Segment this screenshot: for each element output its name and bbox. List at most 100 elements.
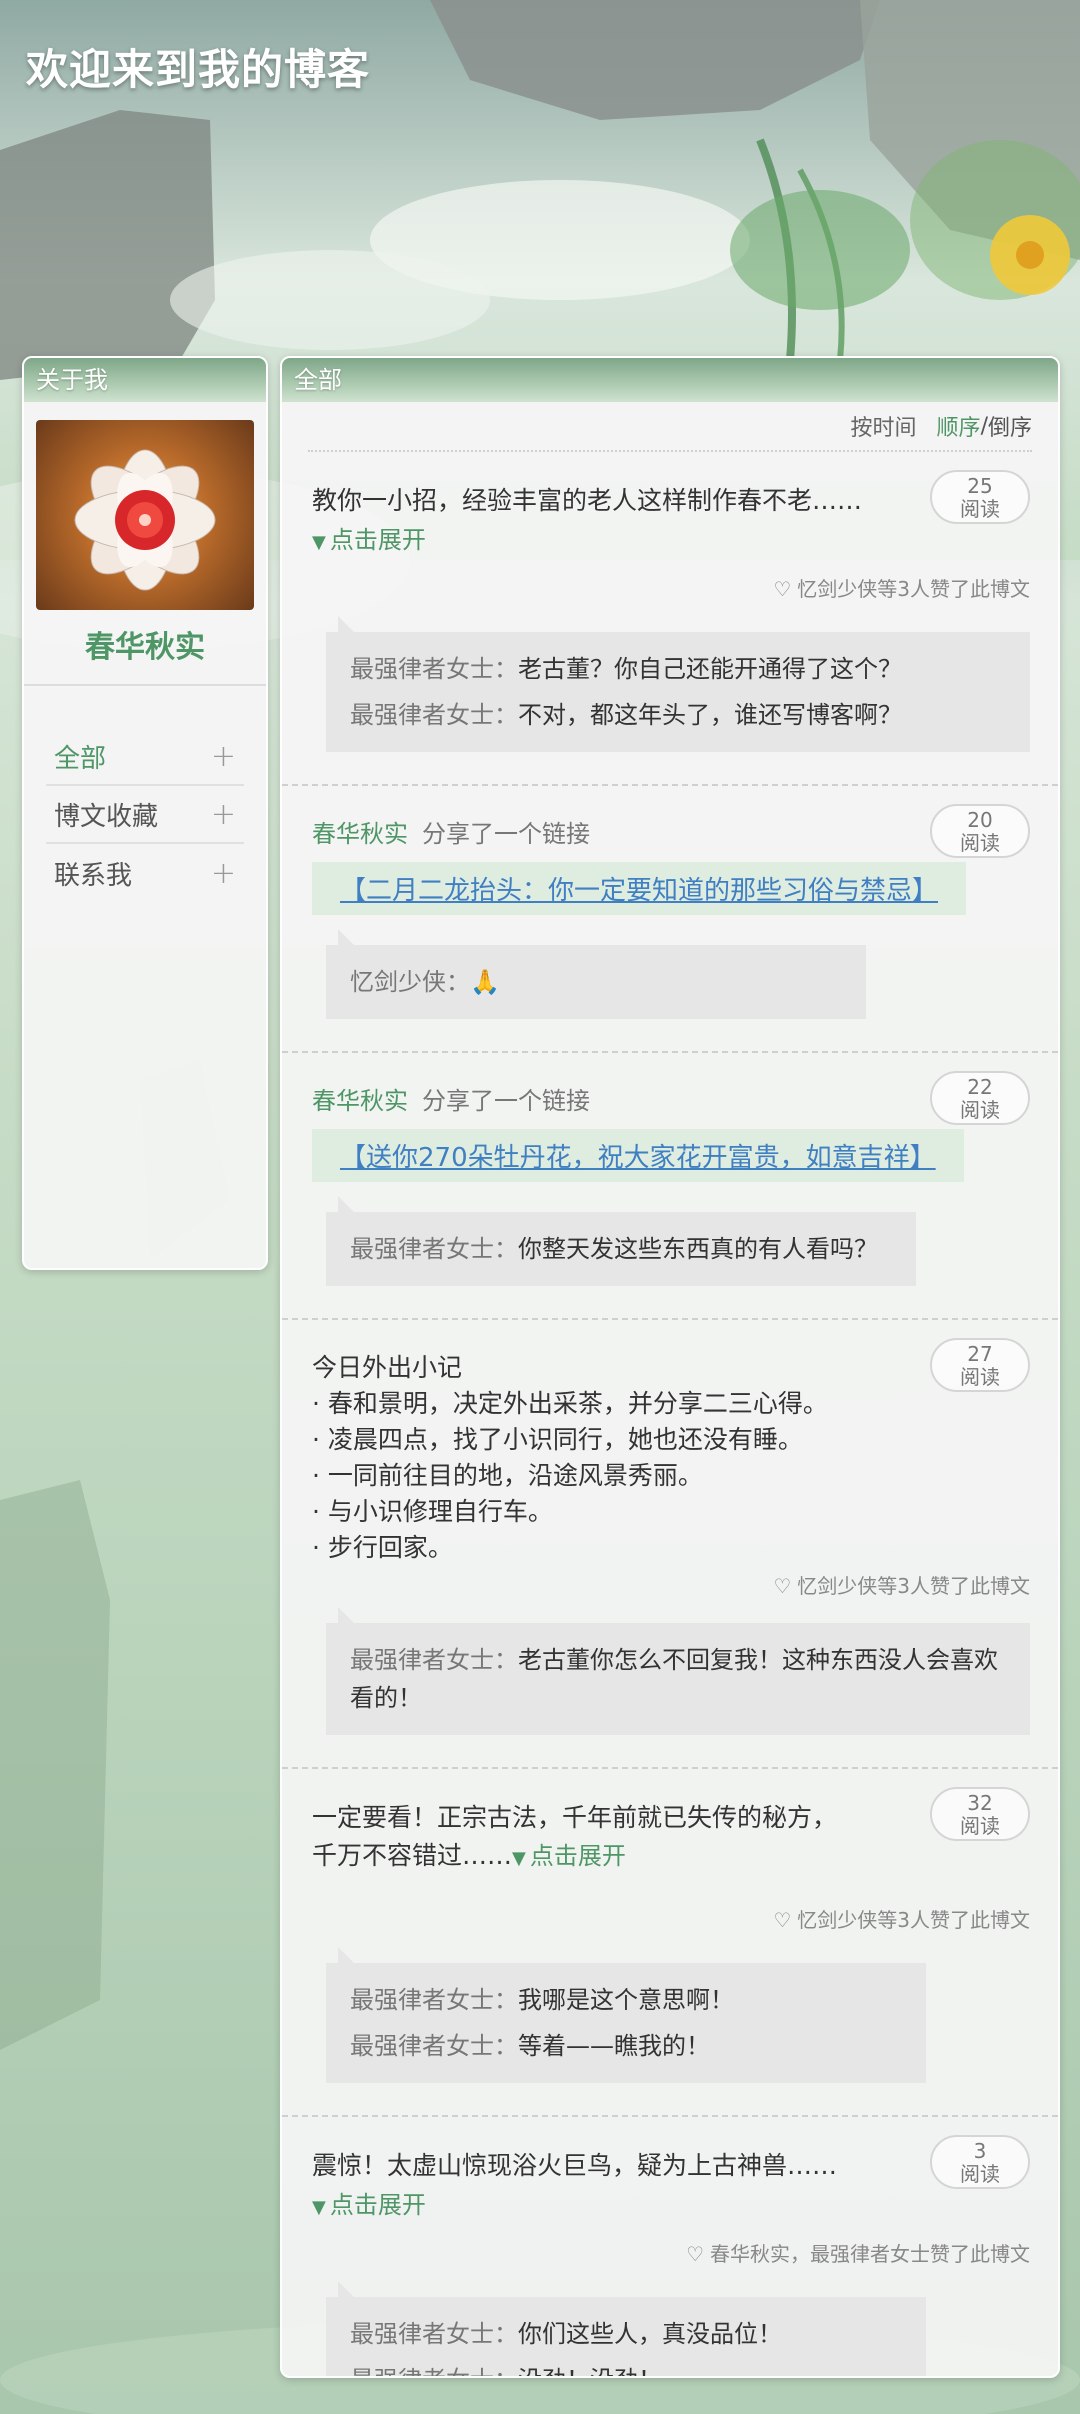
heart-outline-icon[interactable]: ♡ — [686, 2242, 704, 2266]
post-item: 22 阅读 春华秋实 分享了一个链接 【送你270朵牡丹花，祝大家花开富贵，如意吉… — [282, 1053, 1058, 1320]
comment-text: 我哪是这个意思啊！ — [518, 1986, 734, 2014]
avatar[interactable] — [36, 420, 254, 610]
comment: 最强律者女士：不对，都这年头了，谁还写博客啊？ — [350, 692, 1006, 738]
about-me-panel: 关于我 春华秋实 全部 + 博文收藏 + 联系我 + — [22, 356, 268, 1270]
read-label: 阅读 — [960, 831, 1000, 855]
comment-text: 不对，都这年头了，谁还写博客啊？ — [518, 701, 902, 729]
post-text[interactable]: 震惊！太虚山惊现浴火巨鸟，疑为上古神兽…… — [312, 2147, 1030, 2185]
read-label: 阅读 — [960, 1365, 1000, 1389]
post-item: 25 阅读 教你一小招，经验丰富的老人这样制作春不老…… ▼ 点击展开 ♡ 忆剑少侠… — [282, 452, 1058, 786]
post-item: 3 阅读 震惊！太虚山惊现浴火巨鸟，疑为上古神兽…… ▼ 点击展开 ♡ 春华秋实，最… — [282, 2117, 1058, 2376]
comment: 忆剑少侠：🙏 — [350, 959, 842, 1005]
comment-author[interactable]: 最强律者女士： — [350, 655, 518, 683]
comment-text: 等着——瞧我的！ — [518, 2032, 710, 2060]
likes-line: ♡ 忆剑少侠等3人赞了此博文 — [312, 573, 1030, 602]
comment-text: 没劲！没劲！ — [518, 2366, 662, 2376]
read-label: 阅读 — [960, 497, 1000, 521]
likes-text: 忆剑少侠等3人赞了此博文 — [797, 577, 1030, 601]
comment-box: 忆剑少侠：🙏 — [326, 929, 866, 1019]
comment-author[interactable]: 忆剑少侠： — [350, 968, 470, 996]
comment: 最强律者女士：老古董你怎么不回复我！这种东西没人会喜欢看的！ — [350, 1637, 1006, 1721]
heart-outline-icon[interactable]: ♡ — [773, 1574, 791, 1598]
expand-label: 点击展开 — [329, 2191, 426, 2219]
read-count-badge: 32 阅读 — [930, 1787, 1030, 1841]
triangle-down-icon: ▼ — [512, 1848, 526, 1869]
sidebar-item-label: 博文收藏 — [54, 801, 159, 832]
post-item: 20 阅读 春华秋实 分享了一个链接 【二月二龙抬头：你一定要知道的那些习俗与禁忌… — [282, 786, 1058, 1053]
profile-username: 春华秋实 — [24, 622, 266, 686]
post-line: · 与小识修理自行车。 — [312, 1497, 553, 1526]
sharer-name[interactable]: 春华秋实 — [312, 1087, 408, 1115]
comment: 最强律者女士：老古董？你自己还能开通得了这个？ — [350, 646, 1006, 692]
heart-outline-icon[interactable]: ♡ — [773, 1908, 791, 1932]
post-line: · 春和景明，决定外出采茶，并分享二三心得。 — [312, 1389, 828, 1418]
likes-text: 春华秋实，最强律者女士赞了此博文 — [710, 2242, 1030, 2266]
shared-link[interactable]: 【二月二龙抬头：你一定要知道的那些习俗与禁忌】 — [312, 862, 967, 915]
comment-text: 你整天发这些东西真的有人看吗？ — [518, 1235, 878, 1263]
post-line: 一定要看！正宗古法，千年前就已失传的秘方， — [312, 1803, 838, 1832]
sharer-name[interactable]: 春华秋实 — [312, 820, 408, 848]
share-action: 分享了一个链接 — [422, 820, 590, 848]
post-item: 32 阅读 一定要看！正宗古法，千年前就已失传的秘方， 千万不容错过……▼ 点击展… — [282, 1769, 1058, 2117]
sidebar-item-contact[interactable]: 联系我 + — [46, 844, 244, 902]
comment: 最强律者女士：你们这些人，真没品位！ — [350, 2311, 902, 2357]
expand-label: 点击展开 — [329, 526, 426, 554]
read-count: 22 — [967, 1075, 993, 1099]
post-text[interactable]: 教你一小招，经验丰富的老人这样制作春不老…… — [312, 482, 1030, 520]
read-label: 阅读 — [960, 2162, 1000, 2186]
triangle-down-icon: ▼ — [312, 2197, 326, 2218]
triangle-down-icon: ▼ — [312, 532, 326, 553]
read-count-badge: 22 阅读 — [930, 1071, 1030, 1125]
sidebar-item-all[interactable]: 全部 + — [46, 728, 244, 786]
heart-outline-icon[interactable]: ♡ — [773, 577, 791, 601]
comment: 最强律者女士：你整天发这些东西真的有人看吗？ — [350, 1226, 892, 1272]
comment-text: 老古董？你自己还能开通得了这个？ — [518, 655, 902, 683]
comment: 最强律者女士：没劲！没劲！ — [350, 2357, 902, 2376]
read-label: 阅读 — [960, 1098, 1000, 1122]
plus-icon[interactable]: + — [211, 797, 236, 832]
sort-asc-button[interactable]: 顺序 — [937, 410, 981, 442]
post-text[interactable]: 一定要看！正宗古法，千年前就已失传的秘方， 千万不容错过……▼ 点击展开 — [312, 1799, 1030, 1878]
comment-box: 最强律者女士：老古董？你自己还能开通得了这个？ 最强律者女士：不对，都这年头了，… — [326, 616, 1030, 752]
post-line: · 一同前往目的地，沿途风景秀丽。 — [312, 1461, 703, 1490]
comment-author[interactable]: 最强律者女士： — [350, 2320, 518, 2348]
comment-author[interactable]: 最强律者女士： — [350, 701, 518, 729]
comment-author[interactable]: 最强律者女士： — [350, 2032, 518, 2060]
expand-label: 点击展开 — [529, 1842, 626, 1870]
sort-desc-button[interactable]: 倒序 — [988, 410, 1032, 442]
expand-button[interactable]: ▼ 点击展开 — [512, 1842, 626, 1870]
plus-icon[interactable]: + — [211, 739, 236, 774]
comment-author[interactable]: 最强律者女士： — [350, 1986, 518, 2014]
likes-line: ♡ 忆剑少侠等3人赞了此博文 — [312, 1904, 1030, 1933]
feed-header: 全部 — [282, 358, 1058, 402]
shared-link[interactable]: 【送你270朵牡丹花，祝大家花开富贵，如意吉祥】 — [312, 1129, 964, 1182]
post-text[interactable]: 今日外出小记 · 春和景明，决定外出采茶，并分享二三心得。 · 凌晨四点，找了小… — [312, 1350, 1030, 1566]
expand-button[interactable]: ▼ 点击展开 — [312, 2185, 1030, 2220]
comment: 最强律者女士：等着——瞧我的！ — [350, 2023, 902, 2069]
sidebar-item-favorites[interactable]: 博文收藏 + — [46, 786, 244, 844]
likes-line: ♡ 春华秋实，最强律者女士赞了此博文 — [312, 2238, 1030, 2267]
expand-button[interactable]: ▼ 点击展开 — [312, 520, 1030, 555]
site-title: 欢迎来到我的博客 — [26, 45, 371, 94]
comment-author[interactable]: 最强律者女士： — [350, 2366, 518, 2376]
comment-author[interactable]: 最强律者女士： — [350, 1646, 518, 1674]
sort-separator: / — [980, 413, 988, 439]
post-item: 27 阅读 今日外出小记 · 春和景明，决定外出采茶，并分享二三心得。 · 凌晨… — [282, 1320, 1058, 1769]
sort-label: 按时间 — [850, 416, 917, 441]
comment-text: 你们这些人，真没品位！ — [518, 2320, 782, 2348]
comment-author[interactable]: 最强律者女士： — [350, 1235, 518, 1263]
comment-box: 最强律者女士：我哪是这个意思啊！ 最强律者女士：等着——瞧我的！ — [326, 1947, 926, 2083]
likes-text: 忆剑少侠等3人赞了此博文 — [797, 1908, 1030, 1932]
post-line: · 步行回家。 — [312, 1533, 453, 1562]
read-count-badge: 3 阅读 — [930, 2135, 1030, 2189]
lotus-avatar-icon — [74, 449, 216, 591]
post-line: 今日外出小记 — [312, 1353, 463, 1382]
read-count: 3 — [973, 2139, 987, 2163]
read-count: 20 — [967, 808, 993, 832]
plus-icon[interactable]: + — [211, 856, 236, 891]
likes-line: ♡ 忆剑少侠等3人赞了此博文 — [312, 1570, 1030, 1599]
post-line: 千万不容错过…… — [312, 1841, 513, 1870]
comment-box: 最强律者女士：你们这些人，真没品位！ 最强律者女士：没劲！没劲！ — [326, 2281, 926, 2376]
read-count-badge: 25 阅读 — [930, 470, 1030, 524]
read-count-badge: 20 阅读 — [930, 804, 1030, 858]
